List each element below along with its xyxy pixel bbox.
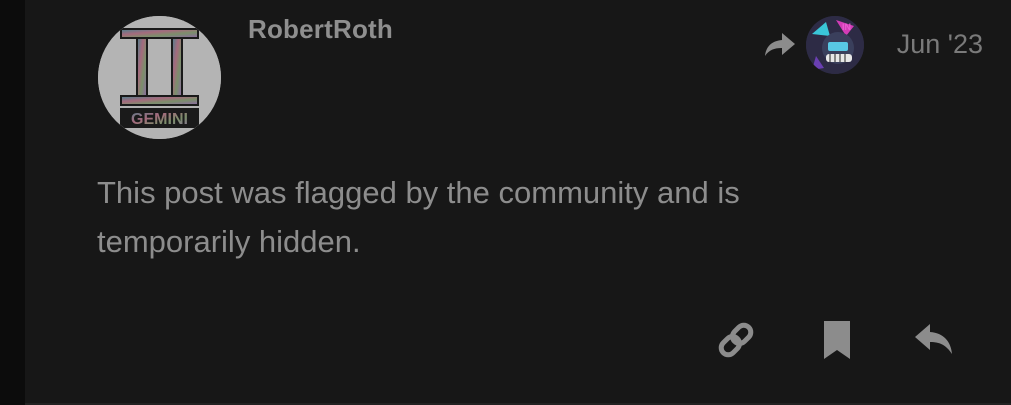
reply-button[interactable] [910,316,958,364]
copy-link-button[interactable] [712,316,760,364]
reply-to-arrow-icon [762,30,798,60]
username[interactable]: RobertRoth [248,14,393,45]
gemini-logo-icon: GEMINI [98,16,221,139]
post-date[interactable]: Jun '23 [897,29,983,60]
svg-text:IN: IN [842,22,851,32]
bookmark-icon [824,321,850,359]
link-icon [718,322,754,358]
page-left-edge [0,0,25,405]
reply-to-avatar[interactable]: IN [806,16,864,74]
user-avatar[interactable]: GEMINI [98,16,221,139]
reply-icon [915,324,952,354]
post-body: This post was flagged by the community a… [97,175,740,259]
bookmark-button[interactable] [813,316,861,364]
character-avatar-icon: IN [806,16,864,74]
avatar-logo-text: GEMINI [131,111,188,128]
